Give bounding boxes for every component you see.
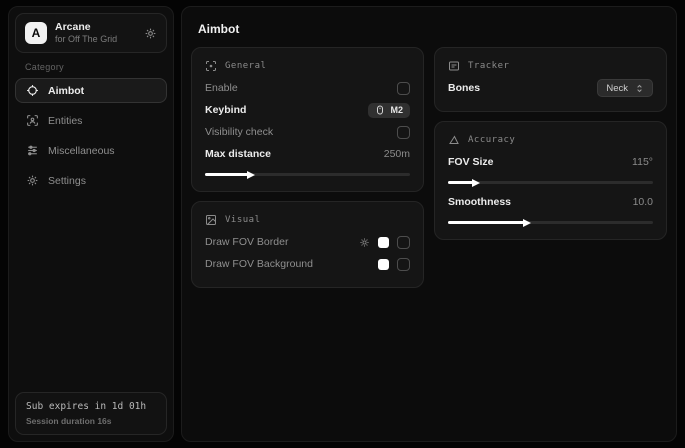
sidebar-item-miscellaneous[interactable]: Miscellaneous (15, 138, 167, 163)
crosshair-icon (26, 84, 39, 97)
miscellaneous-icon (26, 144, 39, 157)
tracker-icon (448, 60, 460, 72)
fov-size-label: FOV Size (448, 156, 494, 168)
sidebar-item-label: Settings (48, 175, 86, 187)
settings-gear-icon (26, 174, 39, 187)
slider-thumb[interactable] (247, 171, 255, 179)
bones-label: Bones (448, 82, 480, 94)
section-title: Visual (225, 215, 261, 225)
fov-border-gear-icon[interactable] (359, 237, 370, 248)
entities-icon (26, 114, 39, 127)
fov-border-checkbox[interactable] (397, 236, 410, 249)
sidebar-item-label: Entities (48, 115, 82, 127)
sidebar: A Arcane for Off The Grid Category Aimbo… (8, 6, 174, 442)
gear-icon[interactable] (144, 27, 157, 40)
keybind-row: Keybind M2 (205, 99, 410, 121)
section-title: General (225, 61, 266, 71)
brand-card: A Arcane for Off The Grid (15, 13, 167, 53)
fov-background-color-swatch[interactable] (378, 259, 389, 270)
visual-card-header: Visual (205, 214, 410, 226)
enable-label: Enable (205, 82, 238, 94)
accuracy-card: Accuracy FOV Size 115° Smoothness 10.0 (434, 121, 667, 240)
keybind-value: M2 (390, 105, 403, 115)
sidebar-item-aimbot[interactable]: Aimbot (15, 78, 167, 103)
section-title: Tracker (468, 61, 509, 71)
main-panel: Aimbot General Enable Keybind (181, 6, 677, 442)
app-logo: A (25, 22, 47, 44)
fov-background-row: Draw FOV Background (205, 253, 410, 275)
slider-thumb[interactable] (523, 219, 531, 227)
tracker-card-header: Tracker (448, 60, 653, 72)
slider-fill (205, 173, 248, 176)
smoothness-value: 10.0 (633, 196, 653, 208)
fov-border-row: Draw FOV Border (205, 231, 410, 253)
max-distance-value: 250m (384, 148, 410, 160)
fov-size-slider[interactable] (448, 181, 653, 184)
visibility-checkbox[interactable] (397, 126, 410, 139)
smoothness-slider[interactable] (448, 221, 653, 224)
tracker-card: Tracker Bones Neck (434, 47, 667, 112)
sidebar-item-label: Aimbot (48, 85, 84, 97)
general-card: General Enable Keybind M2 (191, 47, 424, 192)
image-icon (205, 214, 217, 226)
bones-select[interactable]: Neck (597, 79, 653, 97)
enable-checkbox[interactable] (397, 82, 410, 95)
session-duration-text: Session duration 16s (26, 416, 156, 426)
smoothness-label: Smoothness (448, 196, 511, 208)
general-card-header: General (205, 60, 410, 72)
scan-icon (205, 60, 217, 72)
fov-size-value: 115° (632, 156, 653, 168)
visual-card: Visual Draw FOV Border (191, 201, 424, 288)
app-subtitle: for Off The Grid (55, 34, 136, 45)
accuracy-card-header: Accuracy (448, 134, 653, 146)
keybind-button[interactable]: M2 (368, 103, 410, 118)
visibility-check-label: Visibility check (205, 126, 273, 138)
chevrons-up-down-icon (635, 84, 644, 93)
smoothness-row: Smoothness 10.0 (448, 191, 653, 213)
slider-fill (448, 181, 473, 184)
fov-background-label: Draw FOV Background (205, 258, 313, 270)
bones-row: Bones Neck (448, 77, 653, 99)
section-title: Accuracy (468, 135, 515, 145)
enable-row: Enable (205, 77, 410, 99)
slider-thumb[interactable] (472, 179, 480, 187)
visibility-check-row: Visibility check (205, 121, 410, 143)
subscription-card: Sub expires in 1d 01h Session duration 1… (15, 392, 167, 435)
bones-selected-value: Neck (606, 83, 628, 94)
angle-icon (448, 134, 460, 146)
slider-fill (448, 221, 524, 224)
max-distance-row: Max distance 250m (205, 143, 410, 165)
fov-border-color-swatch[interactable] (378, 237, 389, 248)
mouse-icon (375, 105, 385, 115)
page-title: Aimbot (182, 7, 676, 47)
fov-background-checkbox[interactable] (397, 258, 410, 271)
fov-size-row: FOV Size 115° (448, 151, 653, 173)
sub-expiry-text: Sub expires in 1d 01h (26, 401, 156, 412)
sidebar-item-label: Miscellaneous (48, 145, 115, 157)
category-label: Category (25, 62, 157, 72)
sidebar-item-settings[interactable]: Settings (15, 168, 167, 193)
keybind-label: Keybind (205, 104, 246, 116)
app-name: Arcane (55, 21, 136, 34)
max-distance-label: Max distance (205, 148, 271, 160)
fov-border-label: Draw FOV Border (205, 236, 288, 248)
brand-text: Arcane for Off The Grid (55, 21, 136, 45)
sidebar-item-entities[interactable]: Entities (15, 108, 167, 133)
max-distance-slider[interactable] (205, 173, 410, 176)
